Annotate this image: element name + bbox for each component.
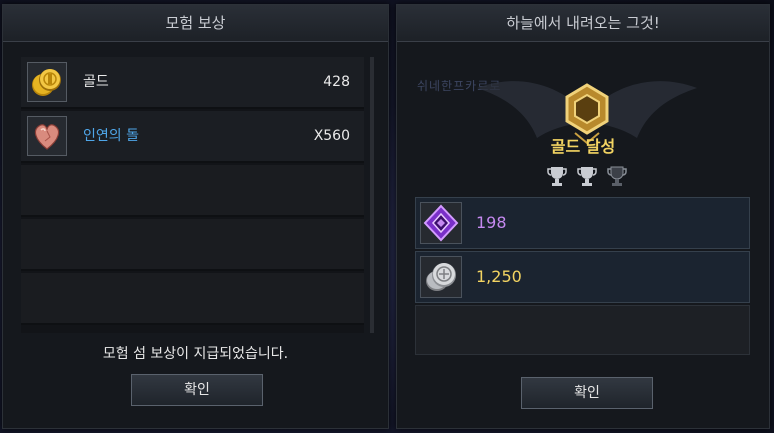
panel-title: 모험 보상 [3, 5, 388, 42]
wings-emblem-icon [477, 81, 697, 145]
purple-crystal-icon [420, 202, 462, 244]
item-name: 인연의 돌 [83, 128, 139, 144]
heart-stone-icon [27, 116, 67, 156]
item-amount: 428 [323, 74, 350, 90]
list-item: 인연의 돌 X560 [21, 111, 364, 163]
reward-message: 모험 섬 보상이 지급되었습니다. [102, 346, 289, 362]
achievement-label: 골드 달성 [550, 137, 616, 156]
item-amount: X560 [313, 128, 350, 144]
panel-title: 하늘에서 내려오는 그것! [397, 5, 769, 42]
reward-item: 1,250 [415, 251, 750, 303]
silver-trophy-icon [577, 167, 597, 186]
reward-item: 198 [415, 197, 750, 249]
reward-list: 골드 428 인연의 돌 X560 [21, 57, 364, 333]
trophy-row [547, 165, 627, 189]
empty-slot [21, 273, 364, 325]
reward-value: 1,250 [476, 267, 522, 286]
reward-value: 198 [476, 213, 507, 232]
adventure-reward-panel: 모험 보상 골드 428 인연의 돌 X560 모험 섬 보상이 지급되었습니다… [2, 4, 389, 429]
confirm-button[interactable]: 확인 [521, 377, 653, 409]
silver-coins-icon [420, 256, 462, 298]
item-name: 골드 [83, 74, 109, 90]
empty-slot [21, 165, 364, 217]
silver-trophy-icon [547, 167, 567, 186]
list-item: 골드 428 [21, 57, 364, 109]
empty-slot [21, 219, 364, 271]
dark-trophy-icon [607, 166, 627, 186]
empty-slot [415, 305, 750, 355]
sky-event-panel: 하늘에서 내려오는 그것! 쉬네한프카르로 골드 달성 198 1,250 확인 [396, 4, 770, 429]
scrollbar[interactable] [370, 57, 374, 333]
gold-coins-icon [27, 62, 67, 102]
confirm-button[interactable]: 확인 [131, 374, 263, 406]
